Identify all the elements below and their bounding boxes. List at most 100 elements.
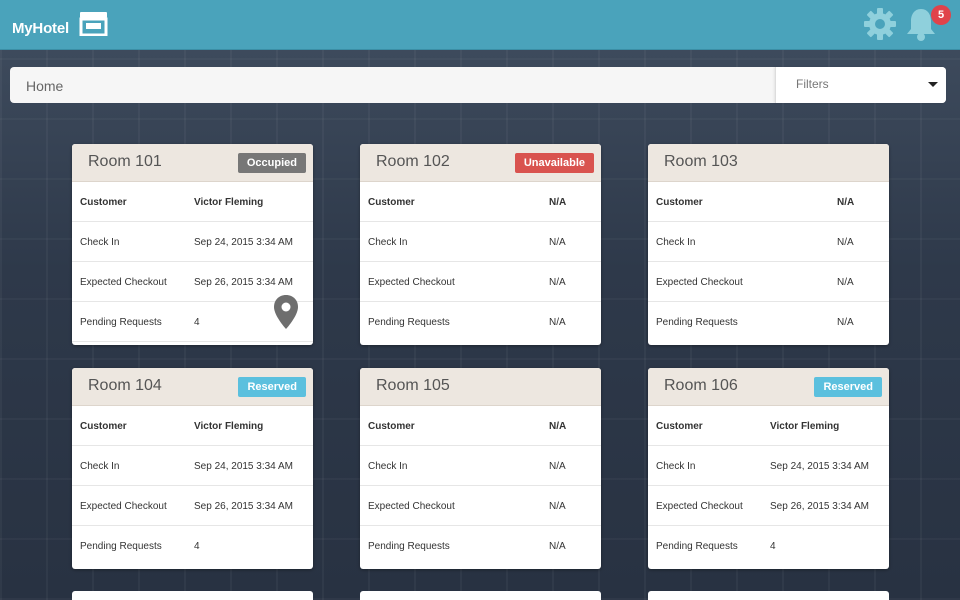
row-value: N/A xyxy=(549,197,567,208)
row-value: N/A xyxy=(549,421,567,432)
room-card-partial[interactable] xyxy=(72,591,313,600)
room-card[interactable]: Room 102 Unavailable Customer N/A Check I… xyxy=(360,144,601,345)
table-row: Customer Victor Fleming xyxy=(648,406,889,446)
storefront-icon[interactable] xyxy=(79,11,108,36)
table-row: Customer Victor Fleming xyxy=(72,406,313,446)
row-value: 4 xyxy=(770,541,776,552)
row-label: Check In xyxy=(368,461,408,472)
row-value: Sep 24, 2015 3:34 AM xyxy=(194,461,293,472)
status-badge: Unavailable xyxy=(514,153,594,173)
room-title: Room 101 xyxy=(88,153,162,170)
table-row: Check In N/A xyxy=(360,222,601,262)
room-title: Room 106 xyxy=(664,377,738,394)
room-card-header: Room 104 Reserved xyxy=(72,368,313,406)
row-label: Pending Requests xyxy=(368,541,450,552)
row-value: Sep 26, 2015 3:34 AM xyxy=(194,501,293,512)
table-row: Customer N/A xyxy=(360,182,601,222)
room-card-header: Room 106 Reserved xyxy=(648,368,889,406)
breadcrumb-bar: Home Filters xyxy=(10,67,946,103)
room-card-header: Room 101 Occupied xyxy=(72,144,313,182)
row-label: Check In xyxy=(80,237,120,248)
row-label: Check In xyxy=(656,461,696,472)
row-value: N/A xyxy=(837,317,854,328)
row-value: N/A xyxy=(837,197,855,208)
room-card[interactable]: Room 101 Occupied Customer Victor Fleming… xyxy=(72,144,313,345)
top-navbar: MyHotel 5 xyxy=(0,0,960,50)
status-badge: Occupied xyxy=(237,153,306,173)
table-row: Check In Sep 24, 2015 3:34 AM xyxy=(648,446,889,486)
room-card[interactable]: Room 104 Reserved Customer Victor Fleming… xyxy=(72,368,313,569)
room-card-header: Room 102 Unavailable xyxy=(360,144,601,182)
row-value: N/A xyxy=(549,317,566,328)
map-pin-icon[interactable] xyxy=(273,294,299,330)
row-value: N/A xyxy=(549,237,566,248)
table-row: Pending Requests N/A xyxy=(648,302,889,342)
room-title: Room 104 xyxy=(88,377,162,394)
filters-dropdown[interactable]: Filters xyxy=(775,67,946,103)
notification-badge[interactable]: 5 xyxy=(931,5,951,25)
table-row: Pending Requests N/A xyxy=(360,526,601,566)
table-row: Expected Checkout Sep 26, 2015 3:34 AM xyxy=(648,486,889,526)
row-label: Check In xyxy=(80,461,120,472)
row-value: Sep 24, 2015 3:34 AM xyxy=(770,461,869,472)
table-row: Customer N/A xyxy=(360,406,601,446)
gear-icon[interactable] xyxy=(862,6,898,42)
room-card[interactable]: Room 105 Customer N/A Check In N/A Expecte… xyxy=(360,368,601,569)
app-title[interactable]: MyHotel xyxy=(12,20,69,37)
row-label: Pending Requests xyxy=(656,541,738,552)
room-card[interactable]: Room 103 Customer N/A Check In N/A Expecte… xyxy=(648,144,889,345)
row-label: Expected Checkout xyxy=(656,277,743,288)
row-value: Victor Fleming xyxy=(194,421,264,432)
room-title: Room 102 xyxy=(376,153,450,170)
row-value: Sep 26, 2015 3:34 AM xyxy=(770,501,869,512)
table-row: Check In N/A xyxy=(360,446,601,486)
table-row: Pending Requests N/A xyxy=(360,302,601,342)
table-row: Check In Sep 24, 2015 3:34 AM xyxy=(72,222,313,262)
row-label: Pending Requests xyxy=(80,541,162,552)
table-row: Pending Requests 4 xyxy=(72,526,313,566)
row-label: Expected Checkout xyxy=(80,277,167,288)
row-label: Check In xyxy=(368,237,408,248)
row-label: Expected Checkout xyxy=(656,501,743,512)
row-label: Pending Requests xyxy=(80,317,162,328)
table-row: Pending Requests 4 xyxy=(648,526,889,566)
row-value: N/A xyxy=(549,461,566,472)
row-value: N/A xyxy=(837,277,854,288)
room-card-header: Room 105 xyxy=(360,368,601,406)
table-row: Check In N/A xyxy=(648,222,889,262)
row-value: Sep 26, 2015 3:34 AM xyxy=(194,277,293,288)
table-row: Expected Checkout N/A xyxy=(648,262,889,302)
row-label: Pending Requests xyxy=(368,317,450,328)
room-card[interactable]: Room 106 Reserved Customer Victor Fleming… xyxy=(648,368,889,569)
row-label: Customer xyxy=(656,197,703,208)
row-value: Victor Fleming xyxy=(770,421,840,432)
table-row: Expected Checkout N/A xyxy=(360,486,601,526)
room-title: Room 103 xyxy=(664,153,738,170)
caret-down-icon xyxy=(928,82,938,87)
breadcrumb[interactable]: Home xyxy=(26,78,63,94)
row-label: Customer xyxy=(368,197,415,208)
room-card-partial[interactable] xyxy=(360,591,601,600)
table-row: Customer Victor Fleming xyxy=(72,182,313,222)
table-row: Expected Checkout N/A xyxy=(360,262,601,302)
row-value: N/A xyxy=(549,277,566,288)
row-value: Victor Fleming xyxy=(194,197,264,208)
table-row: Check In Sep 24, 2015 3:34 AM xyxy=(72,446,313,486)
status-badge: Reserved xyxy=(238,377,306,397)
row-label: Customer xyxy=(368,421,415,432)
row-label: Customer xyxy=(656,421,703,432)
row-label: Check In xyxy=(656,237,696,248)
row-value: 4 xyxy=(194,317,200,328)
row-label: Customer xyxy=(80,421,127,432)
table-row: Expected Checkout Sep 26, 2015 3:34 AM xyxy=(72,486,313,526)
table-row: Customer N/A xyxy=(648,182,889,222)
row-label: Expected Checkout xyxy=(368,277,455,288)
room-card-partial[interactable] xyxy=(648,591,889,600)
row-label: Expected Checkout xyxy=(368,501,455,512)
row-label: Expected Checkout xyxy=(80,501,167,512)
room-card-header: Room 103 xyxy=(648,144,889,182)
filters-label: Filters xyxy=(796,77,829,91)
row-value: N/A xyxy=(549,541,566,552)
row-label: Customer xyxy=(80,197,127,208)
room-title: Room 105 xyxy=(376,377,450,394)
